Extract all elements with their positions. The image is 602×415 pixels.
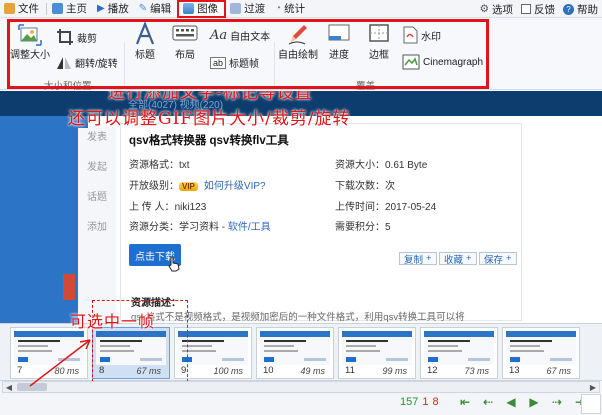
ribbon-highlight-frame — [7, 19, 489, 89]
frame-thumb-image — [424, 331, 494, 365]
frame-duration: 73 ms — [464, 366, 489, 376]
feedback-menu[interactable]: 反馈 — [521, 2, 555, 17]
edit-icon: ✎ — [138, 3, 148, 14]
menu-home[interactable]: 主页 — [48, 0, 93, 18]
current-frame: 8 — [432, 396, 439, 408]
side-nav-item: 话题 — [87, 192, 107, 203]
frame-thumbnail[interactable]: 13 67 ms — [502, 327, 580, 379]
resource-card: qsv格式转换器 qsv转换flv工具 资源格式：txt 资源大小：0.61 B… — [120, 123, 522, 323]
menu-image[interactable]: 图像 — [177, 0, 227, 18]
copy-button[interactable]: 复制 + — [399, 252, 437, 266]
upload-time-row: 上传时间：2017-05-24 — [335, 202, 437, 213]
plus-icon: + — [466, 253, 472, 264]
frame-thumbnail[interactable]: 11 99 ms — [338, 327, 416, 379]
first-frame-icon[interactable]: ⇤ — [458, 395, 472, 409]
category-link[interactable]: 软件/工具 — [228, 222, 271, 233]
frame-number: 7 — [17, 365, 23, 376]
preview-red-block — [63, 274, 75, 300]
plus-icon: + — [506, 253, 512, 264]
frame-thumbnail[interactable]: 10 49 ms — [256, 327, 334, 379]
frame-duration: 99 ms — [382, 366, 407, 376]
side-nav-item: 发起 — [87, 162, 107, 173]
side-nav-item: 发表 — [87, 132, 107, 143]
scroll-right-icon[interactable]: ▶ — [587, 382, 599, 392]
options-menu[interactable]: ⚙ 选项 — [480, 2, 513, 17]
next-frame-icon[interactable]: ⇢ — [550, 395, 564, 409]
transition-icon — [230, 3, 242, 14]
points-row: 需要积分：5 — [335, 222, 391, 233]
save-button[interactable]: 保存 + — [479, 252, 517, 266]
play-back-icon[interactable]: ◀ — [504, 395, 518, 409]
category-row: 资源分类：学习资料 - 软件/工具 — [129, 222, 271, 233]
menu-file[interactable]: 文件 — [0, 0, 45, 18]
menu-separator — [46, 2, 47, 15]
gear-icon: ⚙ — [479, 3, 489, 15]
resource-title: qsv格式转换器 qsv转换flv工具 — [129, 135, 289, 147]
frame-number: 13 — [509, 365, 520, 376]
corner-resize-icon — [581, 394, 601, 414]
side-nav-item: 添加 — [87, 222, 107, 233]
menu-edit[interactable]: ✎ 编辑 — [135, 0, 177, 18]
uploader-row: 上 传 人：niki123 — [129, 202, 207, 213]
scroll-left-icon[interactable]: ◀ — [3, 382, 15, 392]
play-icon: ▶ — [97, 3, 105, 14]
frame-thumb-image — [506, 331, 576, 365]
downloads-row: 下载次数：次 — [335, 181, 395, 192]
frame-number: 12 — [427, 365, 438, 376]
image-icon — [183, 3, 195, 14]
menu-stats[interactable]: ◔ 统计 — [271, 0, 311, 18]
size-row: 资源大小：0.61 Byte — [335, 160, 428, 171]
hand-cursor-icon — [168, 256, 180, 272]
frame-number: 10 — [263, 365, 274, 376]
selected-count: 1 — [422, 396, 429, 408]
menu-play[interactable]: ▶ 播放 — [93, 0, 135, 18]
favorite-button[interactable]: 收藏 + — [439, 252, 477, 266]
prev-frame-icon[interactable]: ⇠ — [481, 395, 495, 409]
frame-duration: 100 ms — [213, 366, 243, 376]
frame-thumb-image — [260, 331, 330, 365]
help-icon: ? — [563, 3, 574, 15]
right-menu: ⚙ 选项 反馈 ? 帮助 — [480, 0, 598, 18]
total-frames: 157 — [400, 396, 419, 408]
frame-thumb-image — [178, 331, 248, 365]
stats-icon: ◔ — [275, 3, 282, 14]
annotation-caption-second: 还可以调整GIF图片大小/裁剪/旋转 — [68, 109, 351, 129]
frame-number: 11 — [345, 365, 355, 376]
format-row: 资源格式：txt — [129, 160, 190, 171]
plus-icon: + — [426, 253, 432, 264]
frame-duration: 49 ms — [300, 366, 325, 376]
level-row: 开放级别： VIP 如何升级VIP? — [129, 181, 266, 192]
vip-badge: VIP — [179, 182, 198, 191]
play-forward-icon[interactable]: ▶ — [527, 395, 541, 409]
frame-nav: ⇤ ⇠ ◀ ▶ ⇢ ⇥ — [458, 395, 587, 409]
frame-thumb-image — [342, 331, 412, 365]
menu-bar: 文件 主页 ▶ 播放 ✎ 编辑 图像 过渡 ◔ 统计 ⚙ 选项 反馈 ? 帮助 — [0, 0, 602, 18]
menu-transition[interactable]: 过渡 — [226, 0, 271, 18]
frame-preview: 全部(4027) 视频(220) 发表 发起 话题 添加 qsv格式转换器 qs… — [0, 91, 602, 323]
frame-duration: 67 ms — [546, 366, 571, 376]
home-icon — [52, 3, 63, 14]
frame-thumbnail[interactable]: 12 73 ms — [420, 327, 498, 379]
annotation-arrow-icon — [29, 339, 91, 387]
frame-counts: 157 1 8 — [400, 396, 439, 408]
help-menu[interactable]: ? 帮助 — [563, 2, 598, 17]
file-icon — [4, 3, 15, 14]
annotation-caption-top: 进行添加文字-标记等设置 — [108, 91, 313, 103]
upgrade-vip-link[interactable]: 如何升级VIP? — [204, 181, 266, 192]
checkbox-icon — [521, 4, 531, 14]
preview-side-nav: 发表 发起 话题 添加 — [78, 128, 116, 323]
